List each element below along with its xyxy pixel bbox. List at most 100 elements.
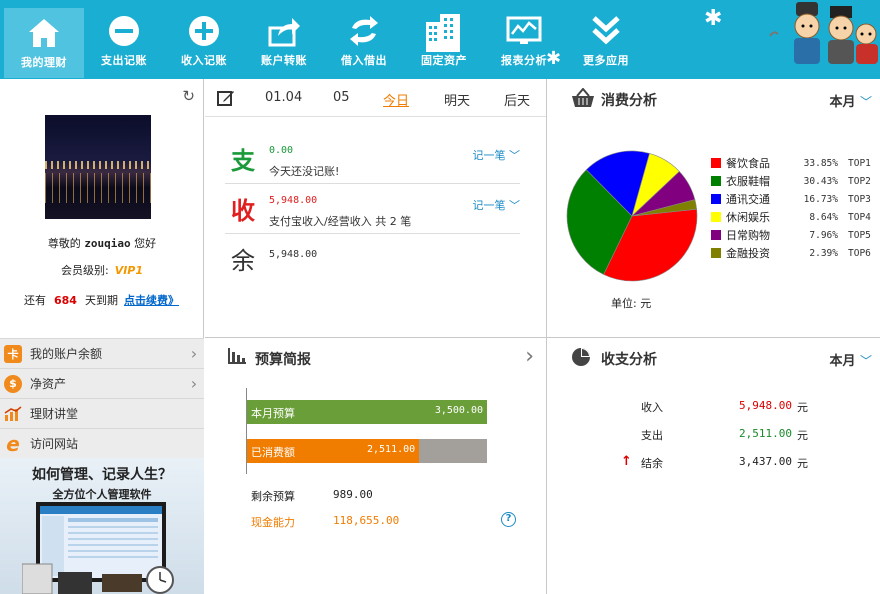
panel-header: 预算简报 ›: [205, 338, 546, 376]
period-dropdown[interactable]: 本月 ﹀: [829, 350, 872, 369]
expense-label: 支出: [641, 429, 663, 442]
panel-header: 消费分析 本月 ﹀: [547, 79, 880, 117]
daily-records-panel: 01.04 05 今日 明天 后天 支 0.00 今天还没记账! 记一笔 ﹀ 收…: [205, 79, 546, 337]
sidebar-item-finance-lectures[interactable]: 理财讲堂: [0, 398, 204, 428]
browser-e-icon: e: [6, 431, 20, 456]
chevron-right-icon[interactable]: ›: [525, 344, 534, 369]
budget-panel: 预算简报 › 本月预算 3,500.00 已消费额 2,511.00 剩余预算 …: [205, 338, 546, 594]
toolbar-label: 固定资产: [421, 54, 467, 67]
vip-badge: VIP1: [114, 264, 144, 277]
income-label: 收入: [641, 401, 663, 414]
toolbar-label: 账户转账: [261, 54, 307, 67]
date-tab-05[interactable]: 05: [333, 90, 350, 105]
date-tab-prev[interactable]: 01.04: [265, 90, 302, 105]
cash-value: 118,655.00: [333, 514, 400, 527]
legend-row: 衣服鞋帽 30.43% TOP2: [711, 172, 880, 190]
legend-percent: 7.96%: [809, 229, 838, 241]
refresh-icon[interactable]: ↻: [182, 87, 195, 105]
greeting-suffix: 您好: [134, 237, 157, 250]
pie-chart-icon: [572, 348, 590, 366]
avatar[interactable]: [45, 115, 151, 219]
sidebar-item-account-balance[interactable]: 卡 我的账户余额 ›: [0, 338, 204, 368]
consumption-pie-chart: [566, 150, 698, 282]
software-devices-illustration: [22, 502, 174, 594]
toolbar-more-apps-button[interactable]: 更多应用: [566, 4, 646, 78]
date-tab-tomorrow[interactable]: 明天: [444, 90, 470, 109]
legend-percent: 2.39%: [809, 247, 838, 259]
date-tab-today[interactable]: 今日: [383, 90, 409, 109]
legend-percent: 8.64%: [809, 211, 838, 223]
date-selector: 01.04 05 今日 明天 后天: [205, 79, 546, 117]
toolbar-lending-button[interactable]: 借入借出: [324, 4, 404, 78]
user-greeting: 尊敬的 zouqiao 您好: [0, 235, 204, 251]
minus-circle-icon: [109, 16, 139, 46]
left-sidebar: ↻ 尊敬的 zouqiao 您好 会员级别: VIP1 还有 684 天到期 点击续费》…: [0, 79, 204, 594]
toolbar-expense-button[interactable]: 支出记账: [84, 4, 164, 78]
period-dropdown[interactable]: 本月 ﹀: [829, 91, 872, 110]
expense-record-button[interactable]: 记一笔 ﹀: [473, 147, 521, 163]
help-icon[interactable]: ?: [501, 512, 516, 527]
basket-icon: [572, 88, 594, 107]
sidebar-item-visit-website[interactable]: e 访问网站: [0, 428, 204, 458]
expense-desc: 今天还没记账!: [269, 165, 340, 178]
balance-label: 结余: [641, 457, 663, 470]
remaining-label: 剩余预算: [251, 490, 295, 503]
legend-rank: TOP2: [848, 175, 871, 187]
expense-amount: 0.00: [269, 145, 294, 156]
pie-legend: 餐饮食品 33.85% TOP1 衣服鞋帽 30.43% TOP2 通讯交通 16.73% TO…: [711, 154, 880, 262]
chevron-right-icon: ›: [190, 374, 198, 393]
income-record-button[interactable]: 记一笔 ﹀: [473, 197, 521, 213]
membership-expiry: 还有 684 天到期 点击续费》: [24, 292, 179, 308]
toolbar-income-button[interactable]: 收入记账: [164, 4, 244, 78]
legend-category: 餐饮食品: [726, 157, 770, 170]
balance-value: 3,437.00: [739, 455, 792, 468]
chevron-down-icon: ﹀: [509, 199, 520, 212]
promo-title: 如何管理、记录人生？: [32, 467, 172, 483]
promo-banner[interactable]: 如何管理、记录人生？ 全方位个人管理软件: [0, 458, 204, 594]
legend-percent: 33.85%: [803, 157, 838, 169]
arrow-up-icon: ↑: [621, 454, 632, 469]
unit-label: 元: [797, 429, 808, 442]
toolbar-transfer-button[interactable]: 账户转账: [244, 4, 324, 78]
toolbar-label: 收入记账: [181, 54, 227, 67]
expense-glyph: 支: [231, 147, 255, 175]
expiry-prefix: 还有: [24, 294, 46, 307]
sidebar-item-net-assets[interactable]: $ 净资产 ›: [0, 368, 204, 398]
member-level: 会员级别: VIP1: [0, 262, 204, 278]
sidebar-menu: 卡 我的账户余额 › $ 净资产 › 理财讲堂 e 访问网站: [0, 338, 204, 458]
date-tab-day-after[interactable]: 后天: [504, 90, 530, 109]
panel-title: 收支分析: [601, 352, 657, 368]
promo-subtitle: 全方位个人管理软件: [52, 488, 152, 501]
income-value: 5,948.00: [739, 399, 792, 412]
record-label: 记一笔: [472, 149, 506, 162]
renew-link[interactable]: 点击续费》: [124, 294, 179, 307]
toolbar-fixed-assets-button[interactable]: 固定资产: [404, 4, 484, 78]
balance-amount: 5,948.00: [269, 249, 318, 260]
toolbar-label: 支出记账: [101, 54, 147, 67]
unit-label: 单位: 元: [611, 297, 652, 310]
summary-balance-row: ↑ 结余 3,437.00 元: [621, 454, 871, 471]
legend-swatch: [711, 248, 721, 258]
toolbar-my-finance-button[interactable]: 我的理财: [4, 8, 84, 78]
income-glyph: 收: [231, 197, 255, 225]
balance-glyph: 余: [231, 247, 255, 275]
expense-value: 2,511.00: [739, 427, 792, 440]
legend-rank: TOP1: [848, 157, 871, 169]
edit-icon[interactable]: [217, 89, 235, 107]
chevron-down-icon: ﹀: [859, 354, 872, 368]
sidebar-item-label: 我的账户余额: [30, 347, 103, 361]
spent-bar-fill: 已消费额 2,511.00: [247, 439, 420, 463]
legend-category: 休闲娱乐: [726, 211, 770, 224]
legend-category: 通讯交通: [726, 193, 770, 206]
legend-category: 衣服鞋帽: [726, 175, 770, 188]
legend-row: 餐饮食品 33.85% TOP1: [711, 154, 880, 172]
period-label: 本月: [829, 354, 856, 369]
wallet-card-icon: 卡: [4, 344, 22, 363]
income-amount: 5,948.00: [269, 195, 318, 206]
remaining-value: 989.00: [333, 488, 373, 501]
record-label: 记一笔: [472, 199, 506, 212]
balance-row: 余 5,948.00: [225, 239, 520, 279]
spent-bar-track: 已消费额 2,511.00: [247, 439, 487, 463]
unit-label: 元: [797, 457, 808, 470]
legend-rank: TOP3: [848, 193, 871, 205]
